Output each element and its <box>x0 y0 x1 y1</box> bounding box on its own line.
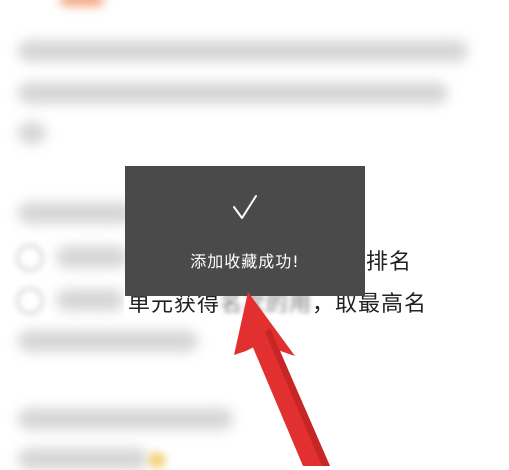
blurred-header-accent <box>60 0 104 6</box>
toast-message: 添加收藏成功! <box>190 252 300 271</box>
blurred-radio-icon <box>16 244 44 272</box>
blurred-text-line <box>18 330 198 352</box>
blurred-text-line <box>56 246 128 268</box>
blurred-text-line <box>18 40 468 62</box>
blurred-text-line <box>18 122 46 144</box>
blurred-text-line <box>18 408 233 430</box>
blurred-radio-icon <box>16 287 44 315</box>
blurred-heading <box>18 202 133 224</box>
success-toast: 添加收藏成功! <box>125 166 365 296</box>
list-row-1-tail: 排名 <box>366 244 412 276</box>
blurred-text-line <box>18 448 148 470</box>
blurred-text-line <box>56 289 124 311</box>
list-row-1-suffix: 排名 <box>366 250 413 275</box>
blurred-text-line <box>18 82 448 104</box>
checkmark-icon <box>125 194 365 222</box>
